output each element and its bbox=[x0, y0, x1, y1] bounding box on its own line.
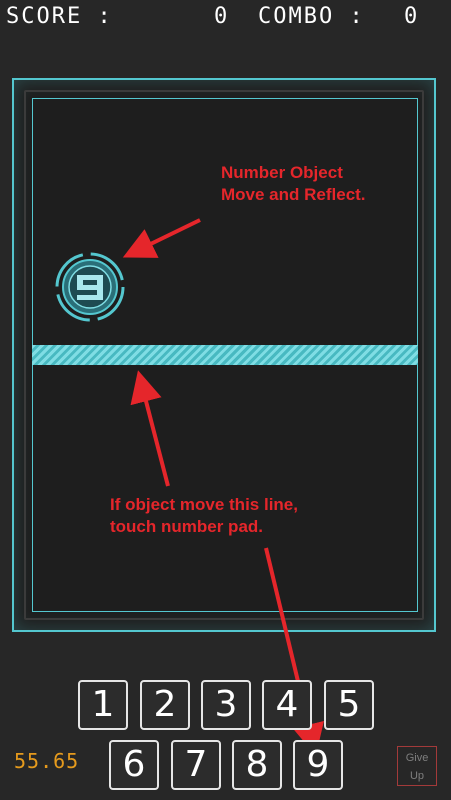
pad-key-7[interactable]: 7 bbox=[171, 740, 221, 790]
pad-key-3[interactable]: 3 bbox=[201, 680, 251, 730]
pad-key-8[interactable]: 8 bbox=[232, 740, 282, 790]
pad-key-9[interactable]: 9 bbox=[293, 740, 343, 790]
pad-key-5[interactable]: 5 bbox=[324, 680, 374, 730]
give-up-label-line2: Up bbox=[409, 770, 425, 782]
timer: 55.65 bbox=[14, 749, 80, 773]
pad-key-2[interactable]: 2 bbox=[140, 680, 190, 730]
pad-key-1[interactable]: 1 bbox=[78, 680, 128, 730]
arrow-to-line bbox=[130, 370, 170, 487]
arrow-to-object bbox=[122, 218, 201, 258]
pad-key-4[interactable]: 4 bbox=[262, 680, 312, 730]
pad-key-6[interactable]: 6 bbox=[109, 740, 159, 790]
give-up-button[interactable]: Give Up bbox=[397, 746, 437, 786]
give-up-label-line1: Give bbox=[405, 752, 429, 764]
